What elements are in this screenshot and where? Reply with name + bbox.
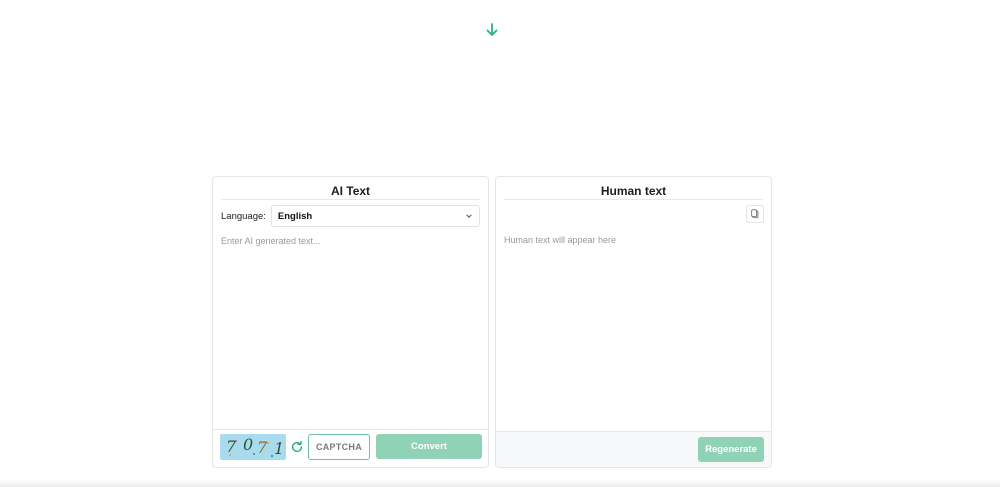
ai-text-title: AI Text <box>221 177 480 200</box>
copy-button[interactable] <box>746 205 764 223</box>
ai-panel-footer: 7 0 7 1 Convert <box>213 429 488 467</box>
human-text-panel: Human text Human text will appear here R… <box>495 176 772 468</box>
captcha-input[interactable] <box>308 434 370 460</box>
human-panel-footer: Regenerate <box>496 431 771 467</box>
regenerate-button[interactable]: Regenerate <box>698 437 764 462</box>
chevron-down-icon <box>466 214 472 218</box>
language-select[interactable]: English <box>270 205 480 227</box>
ai-text-panel: AI Text Language: English 7 0 7 1 Conver <box>212 176 489 468</box>
page-bottom-edge <box>0 480 1000 487</box>
captcha-image: 7 0 7 1 <box>220 434 286 460</box>
captcha-char: 1 <box>274 439 285 458</box>
language-selected-value: English <box>277 210 313 222</box>
captcha-char: 0 <box>243 435 254 454</box>
language-label: Language: <box>221 210 266 222</box>
human-text-title: Human text <box>504 177 763 200</box>
copy-icon <box>751 209 759 219</box>
refresh-icon[interactable] <box>290 440 304 454</box>
language-row: Language: English <box>221 205 480 227</box>
human-text-output: Human text will appear here <box>504 235 617 245</box>
ai-text-input[interactable] <box>221 233 480 429</box>
arrow-down-icon[interactable] <box>484 22 500 38</box>
convert-button[interactable]: Convert <box>376 434 482 459</box>
captcha-char: 7 <box>257 438 268 457</box>
